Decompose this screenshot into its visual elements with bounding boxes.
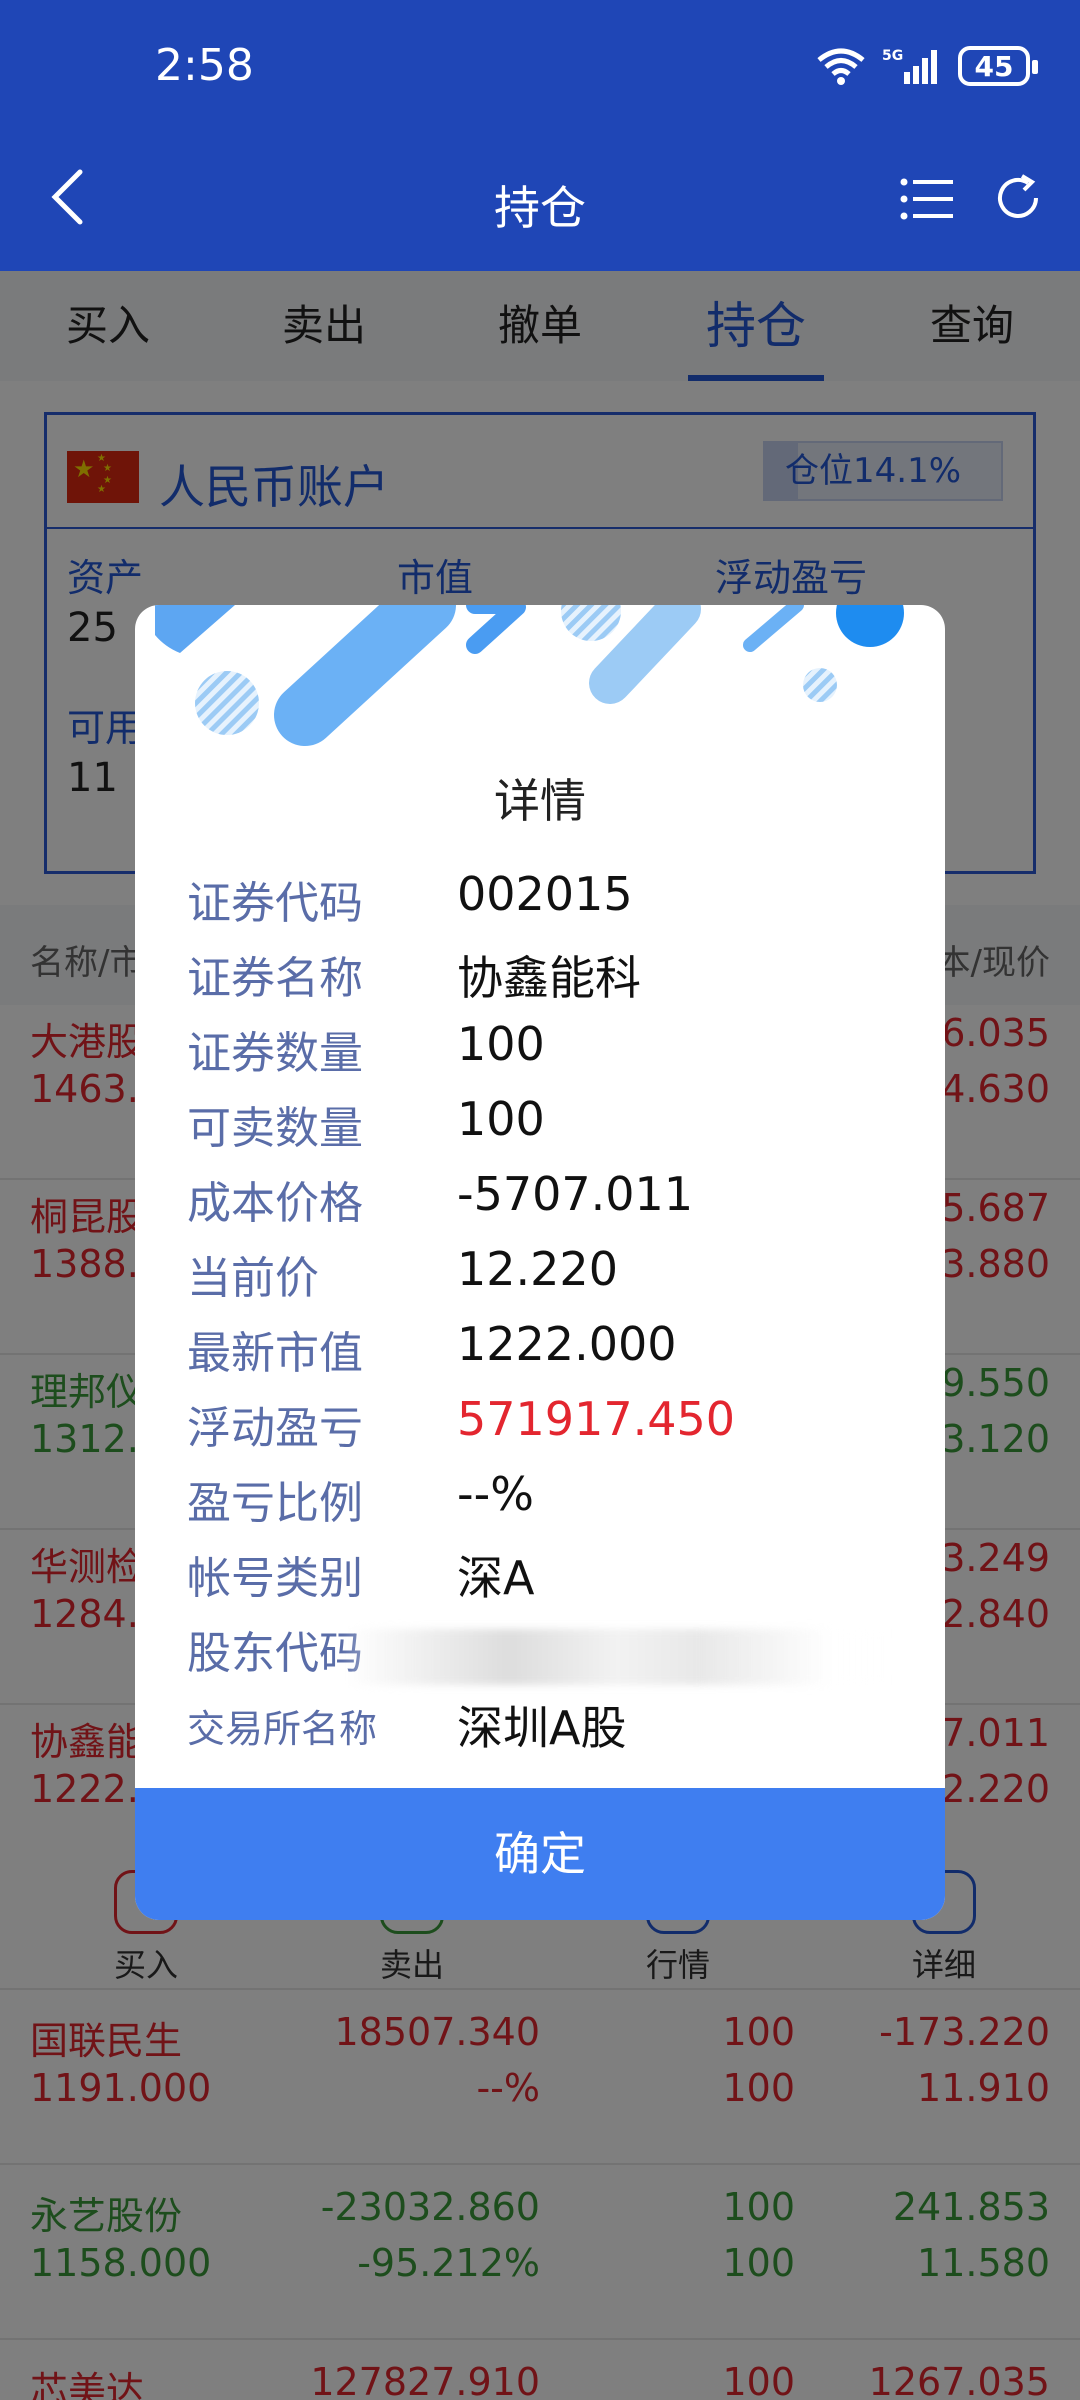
detail-row-sellable-quantity: 可卖数量 100: [187, 1092, 907, 1167]
detail-row-pnl-ratio: 盈亏比例 --%: [187, 1467, 907, 1542]
detail-value: 100: [457, 1017, 545, 1071]
detail-value: 深A: [457, 1551, 535, 1605]
status-time: 2:58: [155, 40, 254, 91]
detail-label: 股东代码: [187, 1628, 363, 1679]
detail-row-shareholder-code: 股东代码: [187, 1617, 907, 1692]
detail-label: 证券名称: [187, 953, 363, 1004]
detail-value: 协鑫能科: [457, 951, 641, 1005]
status-icons: 5G 45: [816, 46, 1038, 86]
detail-label: 成本价格: [187, 1178, 363, 1229]
detail-value: -5707.011: [457, 1167, 694, 1221]
svg-text:5G: 5G: [882, 48, 903, 64]
detail-row-security-code: 证券代码 002015: [187, 867, 907, 942]
detail-label: 帐号类别: [187, 1553, 363, 1604]
detail-label: 浮动盈亏: [187, 1403, 363, 1454]
detail-label: 可卖数量: [187, 1103, 363, 1154]
detail-row-market-value: 最新市值 1222.000: [187, 1317, 907, 1392]
detail-row-floating-pnl: 浮动盈亏 571917.450: [187, 1392, 907, 1467]
detail-value: 571917.450: [457, 1392, 736, 1446]
redacted-mask: [347, 1629, 887, 1685]
detail-row-exchange-name: 交易所名称 深圳A股: [187, 1692, 907, 1767]
signal-5g-icon: 5G: [882, 48, 937, 84]
detail-value: 深圳A股: [457, 1701, 627, 1755]
detail-label: 交易所名称: [187, 1707, 378, 1751]
detail-label: 证券代码: [187, 878, 363, 929]
refresh-icon[interactable]: [990, 170, 1046, 226]
status-bar: 2:58 5G 45: [0, 0, 1080, 126]
detail-value: 1222.000: [457, 1317, 677, 1371]
nav-bar: 持仓: [0, 126, 1080, 271]
wifi-icon: [817, 48, 865, 85]
detail-dialog: 详情 证券代码 002015 证券名称 协鑫能科 证券数量 100 可卖数量 1…: [135, 605, 945, 1920]
detail-label: 最新市值: [187, 1328, 363, 1379]
detail-row-cost-price: 成本价格 -5707.011: [187, 1167, 907, 1242]
dialog-header-decoration: [155, 605, 904, 746]
battery-icon: 45: [958, 46, 1038, 86]
detail-row-account-type: 帐号类别 深A: [187, 1542, 907, 1617]
detail-row-current-price: 当前价 12.220: [187, 1242, 907, 1317]
detail-value: 002015: [457, 867, 633, 921]
detail-value: 100: [457, 1092, 545, 1146]
detail-row-quantity: 证券数量 100: [187, 1017, 907, 1092]
detail-row-security-name: 证券名称 协鑫能科: [187, 942, 907, 1017]
detail-label: 当前价: [187, 1253, 319, 1304]
list-menu-icon[interactable]: [899, 176, 955, 222]
detail-value: --%: [457, 1467, 534, 1521]
detail-label: 盈亏比例: [187, 1478, 363, 1529]
dialog-title: 详情: [494, 774, 586, 828]
detail-label: 证券数量: [187, 1028, 363, 1079]
confirm-button[interactable]: 确定: [135, 1788, 945, 1920]
detail-value: 12.220: [457, 1242, 618, 1296]
